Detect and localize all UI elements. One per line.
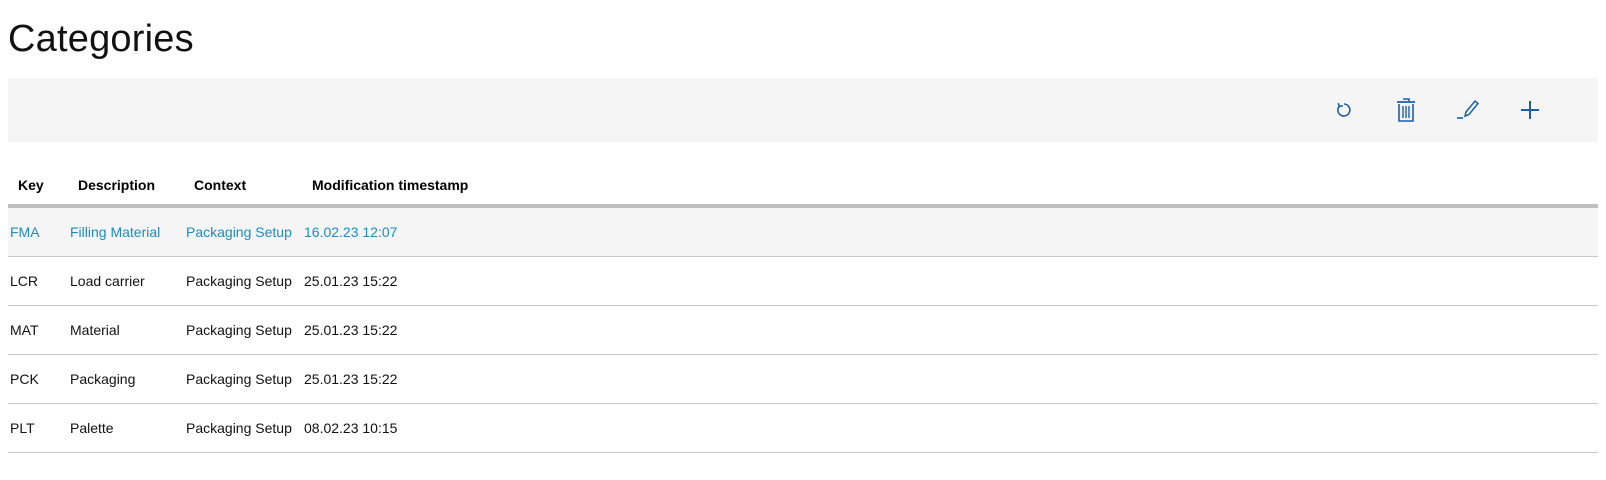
page-title: Categories [8,18,194,60]
trash-icon [1397,98,1415,122]
table-row[interactable]: LCR Load carrier Packaging Setup 25.01.2… [8,257,1598,306]
cell-key: PLT [10,420,35,436]
add-button[interactable] [1510,90,1550,130]
cell-timestamp: 16.02.23 12:07 [304,224,398,240]
toolbar [8,78,1598,142]
cell-key: LCR [10,273,39,289]
cell-context: Packaging Setup [186,224,292,240]
cell-description: Material [70,322,120,338]
refresh-icon [1337,102,1351,117]
cell-context: Packaging Setup [186,322,292,338]
cell-timestamp: 25.01.23 15:22 [304,322,398,338]
cell-key: PCK [10,371,39,387]
table-row[interactable]: MAT Material Packaging Setup 25.01.23 15… [8,306,1598,355]
cell-description: Palette [70,420,114,436]
table-row[interactable]: PLT Palette Packaging Setup 08.02.23 10:… [8,404,1598,453]
table-header: Key Description Context Modification tim… [8,166,1598,208]
cell-description: Packaging [70,371,136,387]
column-header-description[interactable]: Description [78,176,155,194]
cell-timestamp: 25.01.23 15:22 [304,273,398,289]
cell-timestamp: 25.01.23 15:22 [304,371,398,387]
edit-button[interactable] [1448,90,1488,130]
cell-key: MAT [10,322,39,338]
pencil-icon [1457,99,1480,119]
plus-icon [1521,101,1539,119]
cell-context: Packaging Setup [186,371,292,387]
delete-button[interactable] [1386,90,1426,130]
cell-timestamp: 08.02.23 10:15 [304,420,398,436]
column-header-key[interactable]: Key [18,176,44,194]
cell-description: Load carrier [70,273,145,289]
column-header-context[interactable]: Context [194,176,246,194]
cell-key: FMA [10,224,40,240]
cell-context: Packaging Setup [186,420,292,436]
table-row[interactable]: PCK Packaging Packaging Setup 25.01.23 1… [8,355,1598,404]
refresh-button[interactable] [1324,90,1364,130]
categories-table: Key Description Context Modification tim… [8,166,1598,453]
cell-context: Packaging Setup [186,273,292,289]
column-header-modification-timestamp[interactable]: Modification timestamp [312,176,468,194]
table-row[interactable]: FMA Filling Material Packaging Setup 16.… [8,208,1598,257]
cell-description: Filling Material [70,224,161,240]
